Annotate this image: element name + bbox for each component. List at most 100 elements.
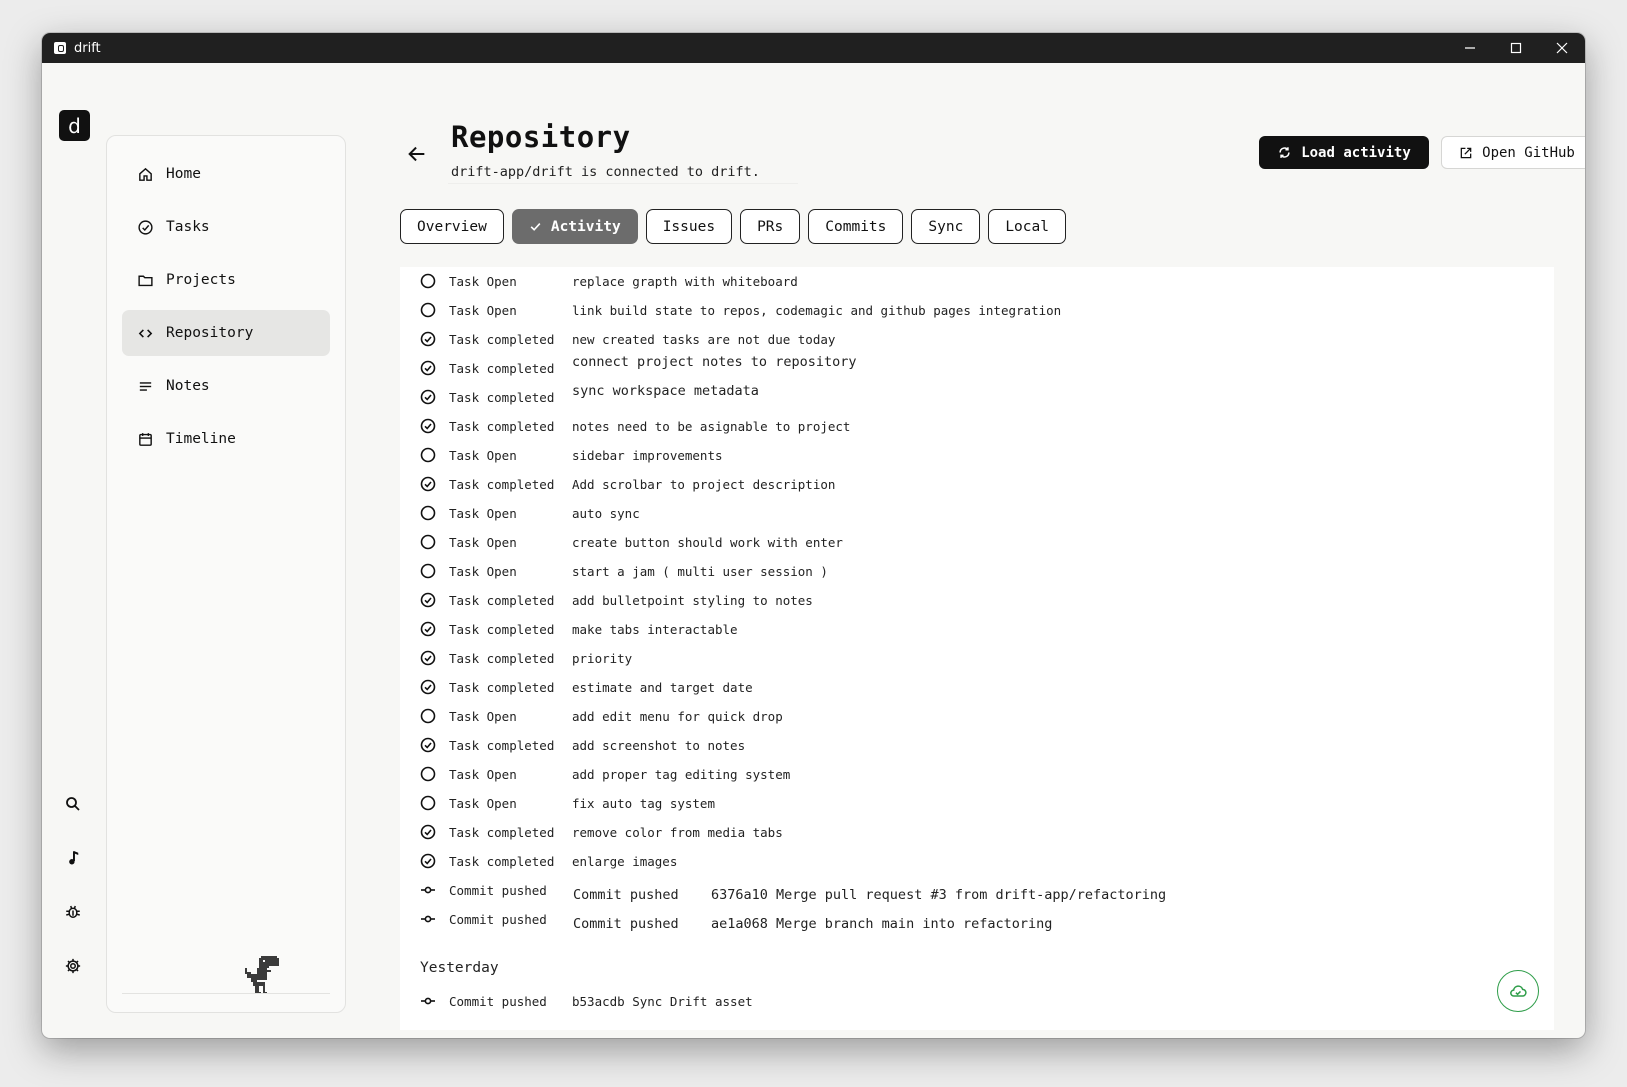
activity-title: connect project notes to repository	[572, 354, 857, 370]
activity-row[interactable]: Task completed priority	[420, 647, 632, 669]
activity-kind: Task Open	[449, 273, 517, 289]
activity-title: notes need to be asignable to project	[572, 418, 851, 434]
maximize-button[interactable]	[1493, 33, 1539, 63]
sidebar-item-home[interactable]: Home	[122, 151, 330, 197]
search-button[interactable]	[59, 790, 87, 818]
cloud-check-icon	[1510, 985, 1527, 997]
activity-title: start a jam ( multi user session )	[572, 563, 828, 579]
check-circle-icon	[420, 853, 436, 869]
open-circle-icon	[420, 708, 436, 724]
commit-row[interactable]: Commit pushed Commit pushed 6376a10 Merge …	[420, 879, 1166, 903]
commit-icon	[420, 882, 436, 898]
activity-kind: Commit pushed	[449, 911, 547, 927]
activity-row[interactable]: Task completed estimate and target date	[420, 676, 753, 698]
tab-commits[interactable]: Commits	[808, 209, 904, 244]
activity-title: create button should work with enter	[572, 534, 843, 550]
check-circle-icon	[420, 476, 436, 492]
activity-title: add screenshot to notes	[572, 737, 746, 753]
tab-sync[interactable]: Sync	[911, 209, 981, 244]
commit-row[interactable]: Commit pushed b53acdb Sync Drift asset	[420, 990, 753, 1012]
back-button[interactable]	[404, 141, 430, 167]
commit-message: ae1a068 Merge branch main into refactori…	[711, 916, 1053, 932]
activity-kind: Task Open	[449, 708, 517, 724]
activity-row[interactable]: Task completed notes need to be asignable…	[420, 415, 850, 437]
check-circle-icon	[420, 592, 436, 608]
check-circle-icon	[420, 737, 436, 753]
sidebar-item-notes[interactable]: Notes	[122, 363, 330, 409]
check-icon	[530, 222, 541, 231]
sidebar-item-repository[interactable]: Repository	[122, 310, 330, 356]
activity-kind: Task Open	[449, 534, 517, 550]
open-github-button[interactable]: Open GitHub	[1441, 136, 1585, 169]
sync-status-button[interactable]	[1497, 970, 1539, 1012]
tab-label: Activity	[550, 218, 621, 235]
tab-issues[interactable]: Issues	[645, 209, 733, 244]
activity-kind: Task Open	[449, 795, 517, 811]
activity-row[interactable]: Task Open add edit menu for quick drop	[420, 705, 783, 727]
activity-kind: Task completed	[449, 360, 555, 376]
activity-feed[interactable]: Yesterday Task Open replace grapth with w…	[400, 267, 1554, 1030]
sidebar-item-tasks[interactable]: Tasks	[122, 204, 330, 250]
activity-row[interactable]: Task Open link build state to repos, code…	[420, 299, 1061, 321]
activity-row[interactable]: Task Open create button should work with …	[420, 531, 843, 553]
open-circle-icon	[420, 273, 436, 289]
activity-row[interactable]: Task Open fix auto tag system	[420, 792, 715, 814]
activity-title: link build state to repos, codemagic and…	[572, 302, 1062, 318]
activity-title: sidebar improvements	[572, 447, 723, 463]
activity-row[interactable]: Task Open sidebar improvements	[420, 444, 723, 466]
activity-row[interactable]: Task completed Add scrolbar to project de…	[420, 473, 835, 495]
tab-local[interactable]: Local	[988, 209, 1066, 244]
sidebar-item-projects[interactable]: Projects	[122, 257, 330, 303]
debug-button[interactable]	[59, 898, 87, 926]
tab-overview[interactable]: Overview	[400, 209, 504, 244]
activity-row[interactable]: Task completed enlarge images	[420, 850, 677, 872]
main-content: Repository drift-app/drift is connected …	[362, 63, 1585, 1038]
activity-row[interactable]: Task completed add bulletpoint styling to…	[420, 589, 813, 611]
tab-activity[interactable]: Activity	[511, 209, 638, 244]
activity-row[interactable]: Task Open auto sync	[420, 502, 640, 524]
activity-kind: Task completed	[449, 476, 555, 492]
check-circle-icon	[420, 650, 436, 666]
dino-icon	[245, 956, 279, 994]
close-button[interactable]	[1539, 33, 1585, 63]
subtitle-underline	[448, 183, 798, 184]
tab-label: Overview	[417, 218, 487, 235]
activity-kind: Task completed	[449, 650, 555, 666]
tab-label: Sync	[928, 218, 964, 235]
commit-row[interactable]: Commit pushed Commit pushed ae1a068 Merge …	[420, 908, 1052, 932]
music-button[interactable]	[59, 844, 87, 872]
commit-label: Commit pushed	[573, 916, 679, 932]
open-github-label: Open GitHub	[1482, 144, 1575, 161]
activity-row[interactable]: Task completed make tabs interactable	[420, 618, 738, 640]
activity-kind: Task completed	[449, 621, 555, 637]
external-link-icon	[1460, 147, 1472, 158]
icon-rail: d	[42, 63, 104, 1038]
sidebar-item-timeline[interactable]: Timeline	[122, 416, 330, 462]
activity-row[interactable]: Task completed sync workspace metadata	[420, 383, 759, 408]
activity-row[interactable]: Task Open add proper tag editing system	[420, 763, 790, 785]
activity-kind: Task completed	[449, 592, 555, 608]
open-circle-icon	[420, 302, 436, 318]
sidebar-divider	[122, 993, 330, 994]
activity-title: add proper tag editing system	[572, 766, 791, 782]
activity-row[interactable]: Task Open replace grapth with whiteboard	[420, 270, 798, 292]
load-activity-button[interactable]: Load activity	[1259, 136, 1429, 169]
check-circle-icon	[420, 331, 436, 347]
activity-kind: Task completed	[449, 389, 555, 405]
open-circle-icon	[420, 447, 436, 463]
activity-row[interactable]: Task completed connect project notes to r…	[420, 354, 856, 379]
settings-button[interactable]	[59, 952, 87, 980]
tab-prs[interactable]: PRs	[740, 209, 801, 244]
activity-row[interactable]: Task completed new created tasks are not …	[420, 328, 835, 350]
app-logo[interactable]: d	[59, 110, 90, 141]
activity-row[interactable]: Task completed remove color from media ta…	[420, 821, 783, 843]
tab-label: PRs	[757, 218, 784, 235]
commit-icon	[420, 993, 436, 1009]
minimize-button[interactable]	[1447, 33, 1493, 63]
activity-row[interactable]: Task Open start a jam ( multi user sessio…	[420, 560, 828, 582]
day-heading: Yesterday	[420, 960, 499, 976]
open-circle-icon	[420, 534, 436, 550]
activity-row[interactable]: Task completed add screenshot to notes	[420, 734, 745, 756]
title-bar: drift	[42, 33, 1585, 63]
activity-kind: Task Open	[449, 766, 517, 782]
